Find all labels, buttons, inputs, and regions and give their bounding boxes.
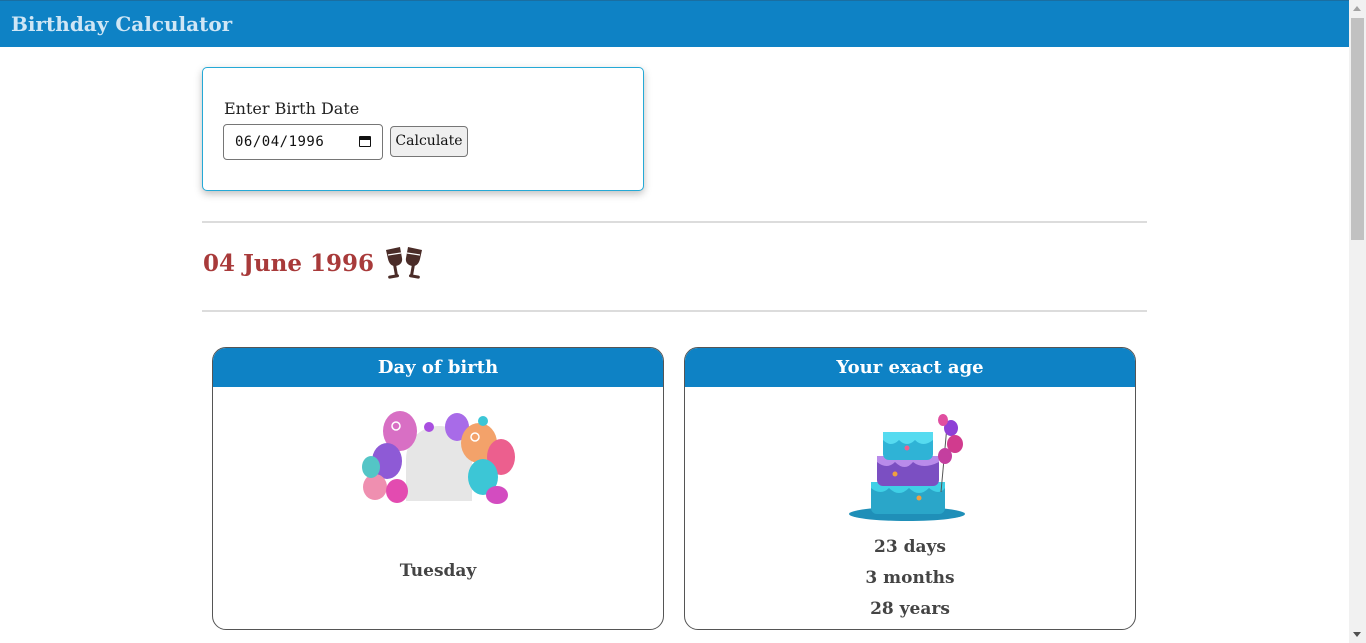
cheers-icon <box>386 247 422 279</box>
birth-date-form-card: Enter Birth Date 06/04/1996 Calculate <box>202 67 644 191</box>
birthday-cake-image <box>849 414 965 521</box>
day-of-birth-card: Day of birth Tuesday <box>212 347 664 630</box>
birth-date-input-value: 06/04/1996 <box>235 134 325 150</box>
age-days-value: 23 days <box>874 537 946 557</box>
scroll-up-arrow-icon[interactable] <box>1353 6 1361 11</box>
exact-age-title: Your exact age <box>685 348 1135 387</box>
page-scrollbar[interactable] <box>1349 0 1366 643</box>
scrollbar-thumb[interactable] <box>1351 18 1364 240</box>
day-of-birth-value: Tuesday <box>399 561 477 581</box>
birth-date-input[interactable]: 06/04/1996 <box>223 124 383 160</box>
age-years-value: 28 years <box>870 599 950 619</box>
birth-date-label: Enter Birth Date <box>224 99 360 118</box>
divider-top <box>202 221 1147 223</box>
age-months-value: 3 months <box>865 568 955 588</box>
birth-date-heading: 04 June 1996 <box>203 250 374 277</box>
scroll-down-arrow-icon[interactable] <box>1353 632 1361 637</box>
calculate-button[interactable]: Calculate <box>390 126 468 157</box>
balloons-image <box>362 411 515 504</box>
day-of-birth-title: Day of birth <box>213 348 663 387</box>
exact-age-card: Your exact age 23 days 3 months 28 years <box>684 347 1136 630</box>
app-header: Birthday Calculator <box>0 0 1349 47</box>
divider-bottom <box>202 310 1147 312</box>
calendar-icon[interactable] <box>359 136 371 147</box>
app-title: Birthday Calculator <box>11 12 233 36</box>
